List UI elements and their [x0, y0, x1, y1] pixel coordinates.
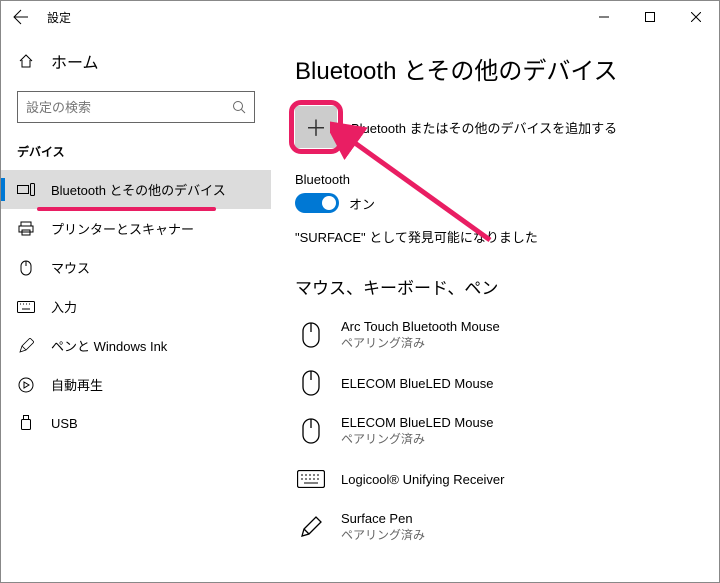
home-label: ホーム — [51, 49, 99, 73]
sidebar-item-typing[interactable]: 入力 — [1, 287, 271, 326]
device-row[interactable]: ELECOM BlueLED Mouse — [295, 359, 695, 407]
section-title-mouse-keyboard-pen: マウス、キーボード、ペン — [295, 274, 695, 299]
minimize-button[interactable] — [581, 1, 627, 33]
keyboard-icon — [17, 298, 35, 316]
device-row[interactable]: Logicool® Unifying Receiver — [295, 455, 695, 503]
sidebar: ホーム デバイス Bluetooth とその他のデバイス プ — [1, 33, 271, 582]
mouse-icon — [17, 259, 35, 277]
bluetooth-toggle[interactable] — [295, 193, 339, 213]
sidebar-item-usb[interactable]: USB — [1, 404, 271, 442]
sidebar-item-printers[interactable]: プリンターとスキャナー — [1, 209, 271, 248]
pen-device-icon — [295, 511, 327, 543]
home-link[interactable]: ホーム — [1, 41, 271, 81]
search-input[interactable] — [26, 100, 232, 115]
home-icon — [17, 52, 35, 70]
plus-icon: ＋ — [305, 111, 327, 143]
bluetooth-toggle-state: オン — [349, 194, 375, 213]
search-icon — [232, 100, 246, 114]
window-title: 設定 — [47, 9, 71, 26]
device-name: Logicool® Unifying Receiver — [341, 472, 505, 487]
close-button[interactable] — [673, 1, 719, 33]
mouse-icon — [295, 367, 327, 399]
devices-icon — [17, 181, 35, 199]
sidebar-item-label: Bluetooth とその他のデバイス — [51, 180, 226, 199]
sidebar-item-label: ペンと Windows Ink — [51, 336, 167, 355]
sidebar-item-label: マウス — [51, 258, 90, 277]
autoplay-icon — [17, 376, 35, 394]
pen-icon — [17, 337, 35, 355]
device-row[interactable]: Surface Pen ペアリング済み — [295, 503, 695, 551]
search-box[interactable] — [17, 91, 255, 123]
add-device-label: Bluetooth またはその他のデバイスを追加する — [351, 118, 617, 137]
usb-icon — [17, 414, 35, 432]
device-status: ペアリング済み — [341, 526, 425, 543]
arrow-left-icon — [13, 9, 29, 25]
device-name: Arc Touch Bluetooth Mouse — [341, 319, 500, 334]
close-icon — [691, 12, 701, 22]
titlebar: 設定 — [1, 1, 719, 33]
page-title: Bluetooth とその他のデバイス — [295, 51, 695, 86]
device-name: ELECOM BlueLED Mouse — [341, 415, 493, 430]
printer-icon — [17, 220, 35, 238]
sidebar-item-mouse[interactable]: マウス — [1, 248, 271, 287]
back-button[interactable] — [9, 5, 33, 29]
sidebar-item-label: 自動再生 — [51, 375, 103, 394]
add-device-button[interactable]: ＋ — [295, 106, 337, 148]
minimize-icon — [599, 12, 609, 22]
device-status: ペアリング済み — [341, 334, 500, 351]
sidebar-item-label: USB — [51, 416, 78, 431]
device-name: Surface Pen — [341, 511, 425, 526]
sidebar-item-label: プリンターとスキャナー — [51, 219, 194, 238]
maximize-button[interactable] — [627, 1, 673, 33]
sidebar-item-label: 入力 — [51, 297, 77, 316]
device-status: ペアリング済み — [341, 430, 493, 447]
add-device-row[interactable]: ＋ Bluetooth またはその他のデバイスを追加する — [295, 106, 695, 148]
sidebar-item-bluetooth[interactable]: Bluetooth とその他のデバイス — [1, 170, 271, 209]
sidebar-item-autoplay[interactable]: 自動再生 — [1, 365, 271, 404]
device-name: ELECOM BlueLED Mouse — [341, 376, 493, 391]
discoverable-status: "SURFACE" として発見可能になりました — [295, 227, 695, 246]
device-row[interactable]: ELECOM BlueLED Mouse ペアリング済み — [295, 407, 695, 455]
sidebar-item-pen[interactable]: ペンと Windows Ink — [1, 326, 271, 365]
maximize-icon — [645, 12, 655, 22]
bluetooth-label: Bluetooth — [295, 172, 695, 187]
main-content: Bluetooth とその他のデバイス ＋ Bluetooth またはその他のデ… — [271, 33, 719, 582]
mouse-icon — [295, 415, 327, 447]
device-row[interactable]: Arc Touch Bluetooth Mouse ペアリング済み — [295, 311, 695, 359]
sidebar-section-label: デバイス — [1, 137, 271, 170]
mouse-icon — [295, 319, 327, 351]
keyboard-icon — [295, 463, 327, 495]
